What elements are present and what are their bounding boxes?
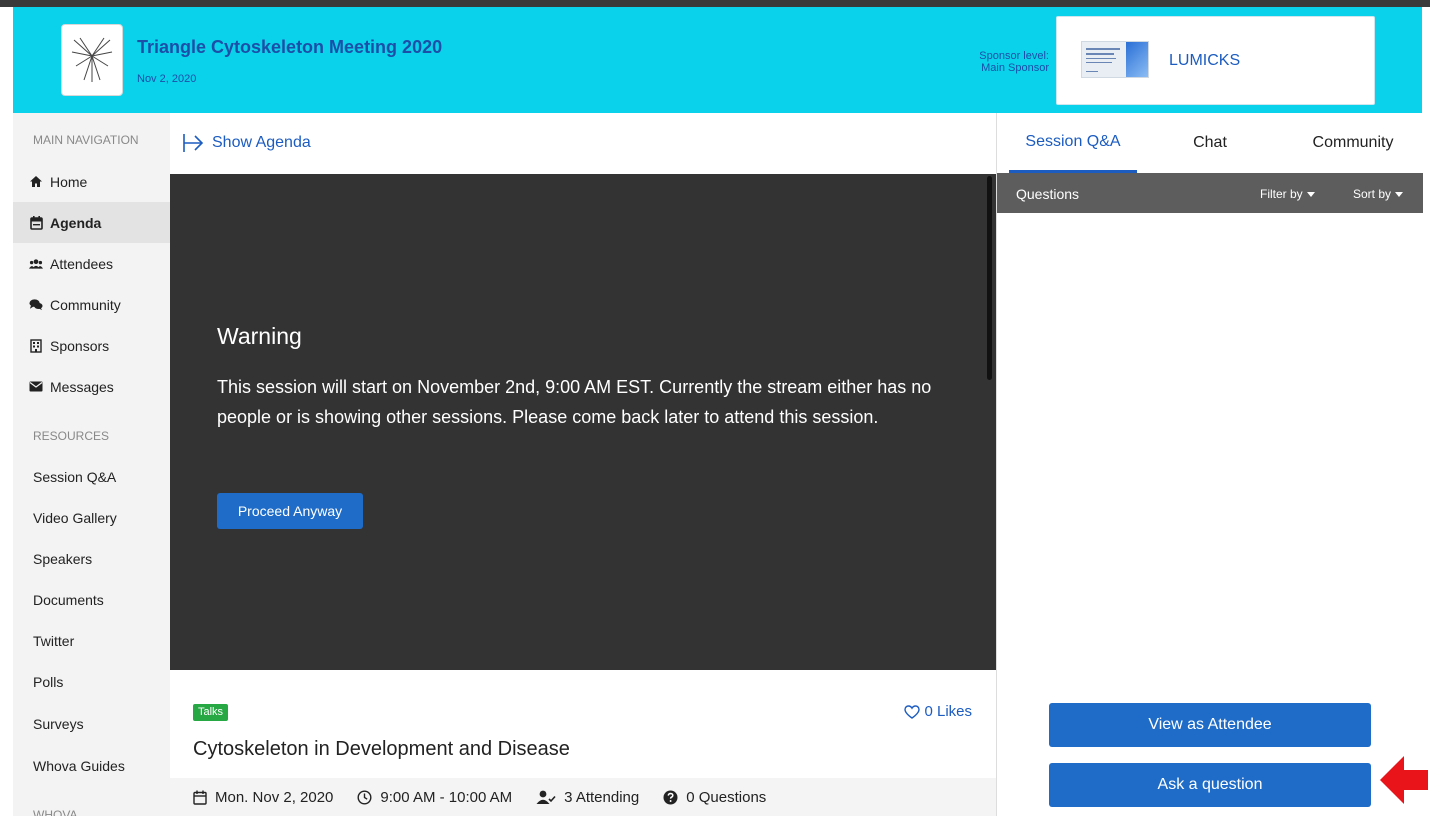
session-questions-text: 0 Questions [686, 788, 767, 806]
sidebar-item-label: Sponsors [50, 337, 110, 354]
view-as-attendee-button[interactable]: View as Attendee [1049, 703, 1371, 747]
sidebar-item-label: Agenda [50, 214, 102, 231]
session-title: Cytoskeleton in Development and Disease [193, 738, 570, 760]
show-agenda-label: Show Agenda [212, 134, 311, 151]
warning-message: This session will start on November 2nd,… [217, 377, 932, 427]
comments-icon [29, 298, 43, 312]
sidebar-item-whova-guides[interactable]: Whova Guides [13, 745, 170, 786]
sidebar-item-agenda[interactable]: Agenda [13, 202, 170, 243]
main-navigation-sidebar: MAIN NAVIGATION Home Agenda Attendees Co… [13, 113, 170, 816]
main-navigation-heading: MAIN NAVIGATION [33, 133, 139, 147]
panel-tabs: Session Q&A Chat Community [997, 113, 1423, 173]
caret-down-icon [1306, 192, 1315, 198]
sidebar-item-polls[interactable]: Polls [13, 661, 170, 702]
session-date: Mon. Nov 2, 2020 [193, 789, 333, 806]
banner-line [1086, 48, 1120, 50]
sidebar-item-home[interactable]: Home [13, 161, 170, 202]
tab-community[interactable]: Community [1283, 113, 1423, 173]
main-toolbar: Show Agenda [170, 113, 996, 174]
proceed-anyway-button[interactable]: Proceed Anyway [217, 493, 363, 529]
sidebar-item-speakers[interactable]: Speakers [13, 538, 170, 579]
sidebar-item-documents[interactable]: Documents [13, 579, 170, 620]
calendar-icon [29, 215, 43, 230]
likes-count: 0 Likes [924, 703, 972, 720]
questions-label: Questions [1016, 186, 1080, 202]
event-logo-icon [71, 37, 113, 82]
session-time-text: 9:00 AM - 10:00 AM [380, 788, 513, 806]
sidebar-item-messages[interactable]: Messages [13, 366, 170, 407]
tab-chat[interactable]: Chat [1147, 113, 1273, 173]
show-agenda-link[interactable]: Show Agenda [182, 133, 311, 153]
resources-heading: RESOURCES [33, 429, 110, 443]
event-date: Nov 2, 2020 [137, 73, 197, 85]
video-scrollbar[interactable] [987, 176, 992, 380]
whova-heading: WHOVA [33, 808, 78, 816]
warning-title: Warning [217, 323, 302, 349]
ask-question-button[interactable]: Ask a question [1049, 763, 1371, 807]
video-player: Warning This session will start on Novem… [170, 174, 996, 670]
sort-label: Sort by [1353, 187, 1392, 201]
sponsor-card[interactable]: LUMICKS [1056, 16, 1375, 105]
session-time: 9:00 AM - 10:00 AM [357, 789, 512, 806]
likes-button[interactable]: 0 Likes [904, 703, 972, 720]
sponsor-level-label: Sponsor level: [979, 50, 1049, 62]
event-title: Triangle Cytoskeleton Meeting 2020 [137, 37, 443, 57]
sidebar-item-sponsors[interactable]: Sponsors [13, 325, 170, 366]
sponsor-name[interactable]: LUMICKS [1169, 52, 1240, 70]
sidebar-item-label: Messages [50, 378, 114, 395]
sponsor-level-value: Main Sponsor [981, 62, 1049, 74]
red-pointer-arrow-icon [1380, 756, 1428, 804]
session-questions: 0 Questions [663, 789, 766, 806]
event-header: Triangle Cytoskeleton Meeting 2020 Nov 2… [13, 7, 1422, 113]
heart-icon [904, 704, 921, 719]
banner-line [1086, 71, 1098, 72]
sponsor-banner-image [1081, 41, 1149, 78]
banner-line [1086, 53, 1114, 55]
banner-line [1086, 62, 1112, 63]
question-circle-icon [663, 790, 678, 804]
sidebar-item-twitter[interactable]: Twitter [13, 620, 170, 661]
sidebar-item-label: Home [50, 173, 88, 190]
caret-down-icon [1395, 192, 1404, 198]
sponsor-level: Sponsor level: Main Sponsor [953, 50, 1049, 74]
session-tag[interactable]: Talks [193, 704, 229, 721]
top-bar [0, 0, 1430, 7]
session-side-panel: Session Q&A Chat Community Questions Fil… [996, 113, 1423, 816]
home-icon [29, 175, 43, 189]
arrow-right-bar-icon [183, 134, 204, 152]
clock-icon [357, 789, 372, 805]
users-icon [29, 257, 43, 271]
user-check-icon [536, 790, 556, 804]
questions-toolbar: Questions Filter by Sort by [997, 173, 1423, 213]
event-logo[interactable] [61, 24, 123, 96]
filter-label: Filter by [1260, 187, 1303, 201]
sidebar-item-label: Community [50, 296, 121, 313]
envelope-icon [29, 380, 43, 394]
tab-session-qa[interactable]: Session Q&A [1009, 113, 1137, 173]
sidebar-item-community[interactable]: Community [13, 284, 170, 325]
sort-dropdown[interactable]: Sort by [1353, 187, 1404, 201]
session-info: Talks 0 Likes Cytoskeleton in Developmen… [170, 670, 996, 816]
calendar-outline-icon [193, 790, 207, 805]
session-date-text: Mon. Nov 2, 2020 [215, 788, 334, 806]
building-icon [29, 338, 43, 353]
sidebar-item-attendees[interactable]: Attendees [13, 243, 170, 284]
sidebar-item-label: Attendees [50, 255, 114, 272]
sidebar-item-surveys[interactable]: Surveys [13, 703, 170, 744]
filter-dropdown[interactable]: Filter by [1260, 187, 1315, 201]
session-meta: Mon. Nov 2, 2020 9:00 AM - 10:00 AM 3 At… [170, 778, 996, 816]
sidebar-item-video-gallery[interactable]: Video Gallery [13, 497, 170, 538]
sidebar-item-session-qa[interactable]: Session Q&A [13, 456, 170, 497]
banner-graphic [1126, 42, 1148, 77]
session-attending-text: 3 Attending [564, 788, 640, 806]
session-attending: 3 Attending [536, 789, 639, 806]
banner-line [1086, 58, 1116, 59]
